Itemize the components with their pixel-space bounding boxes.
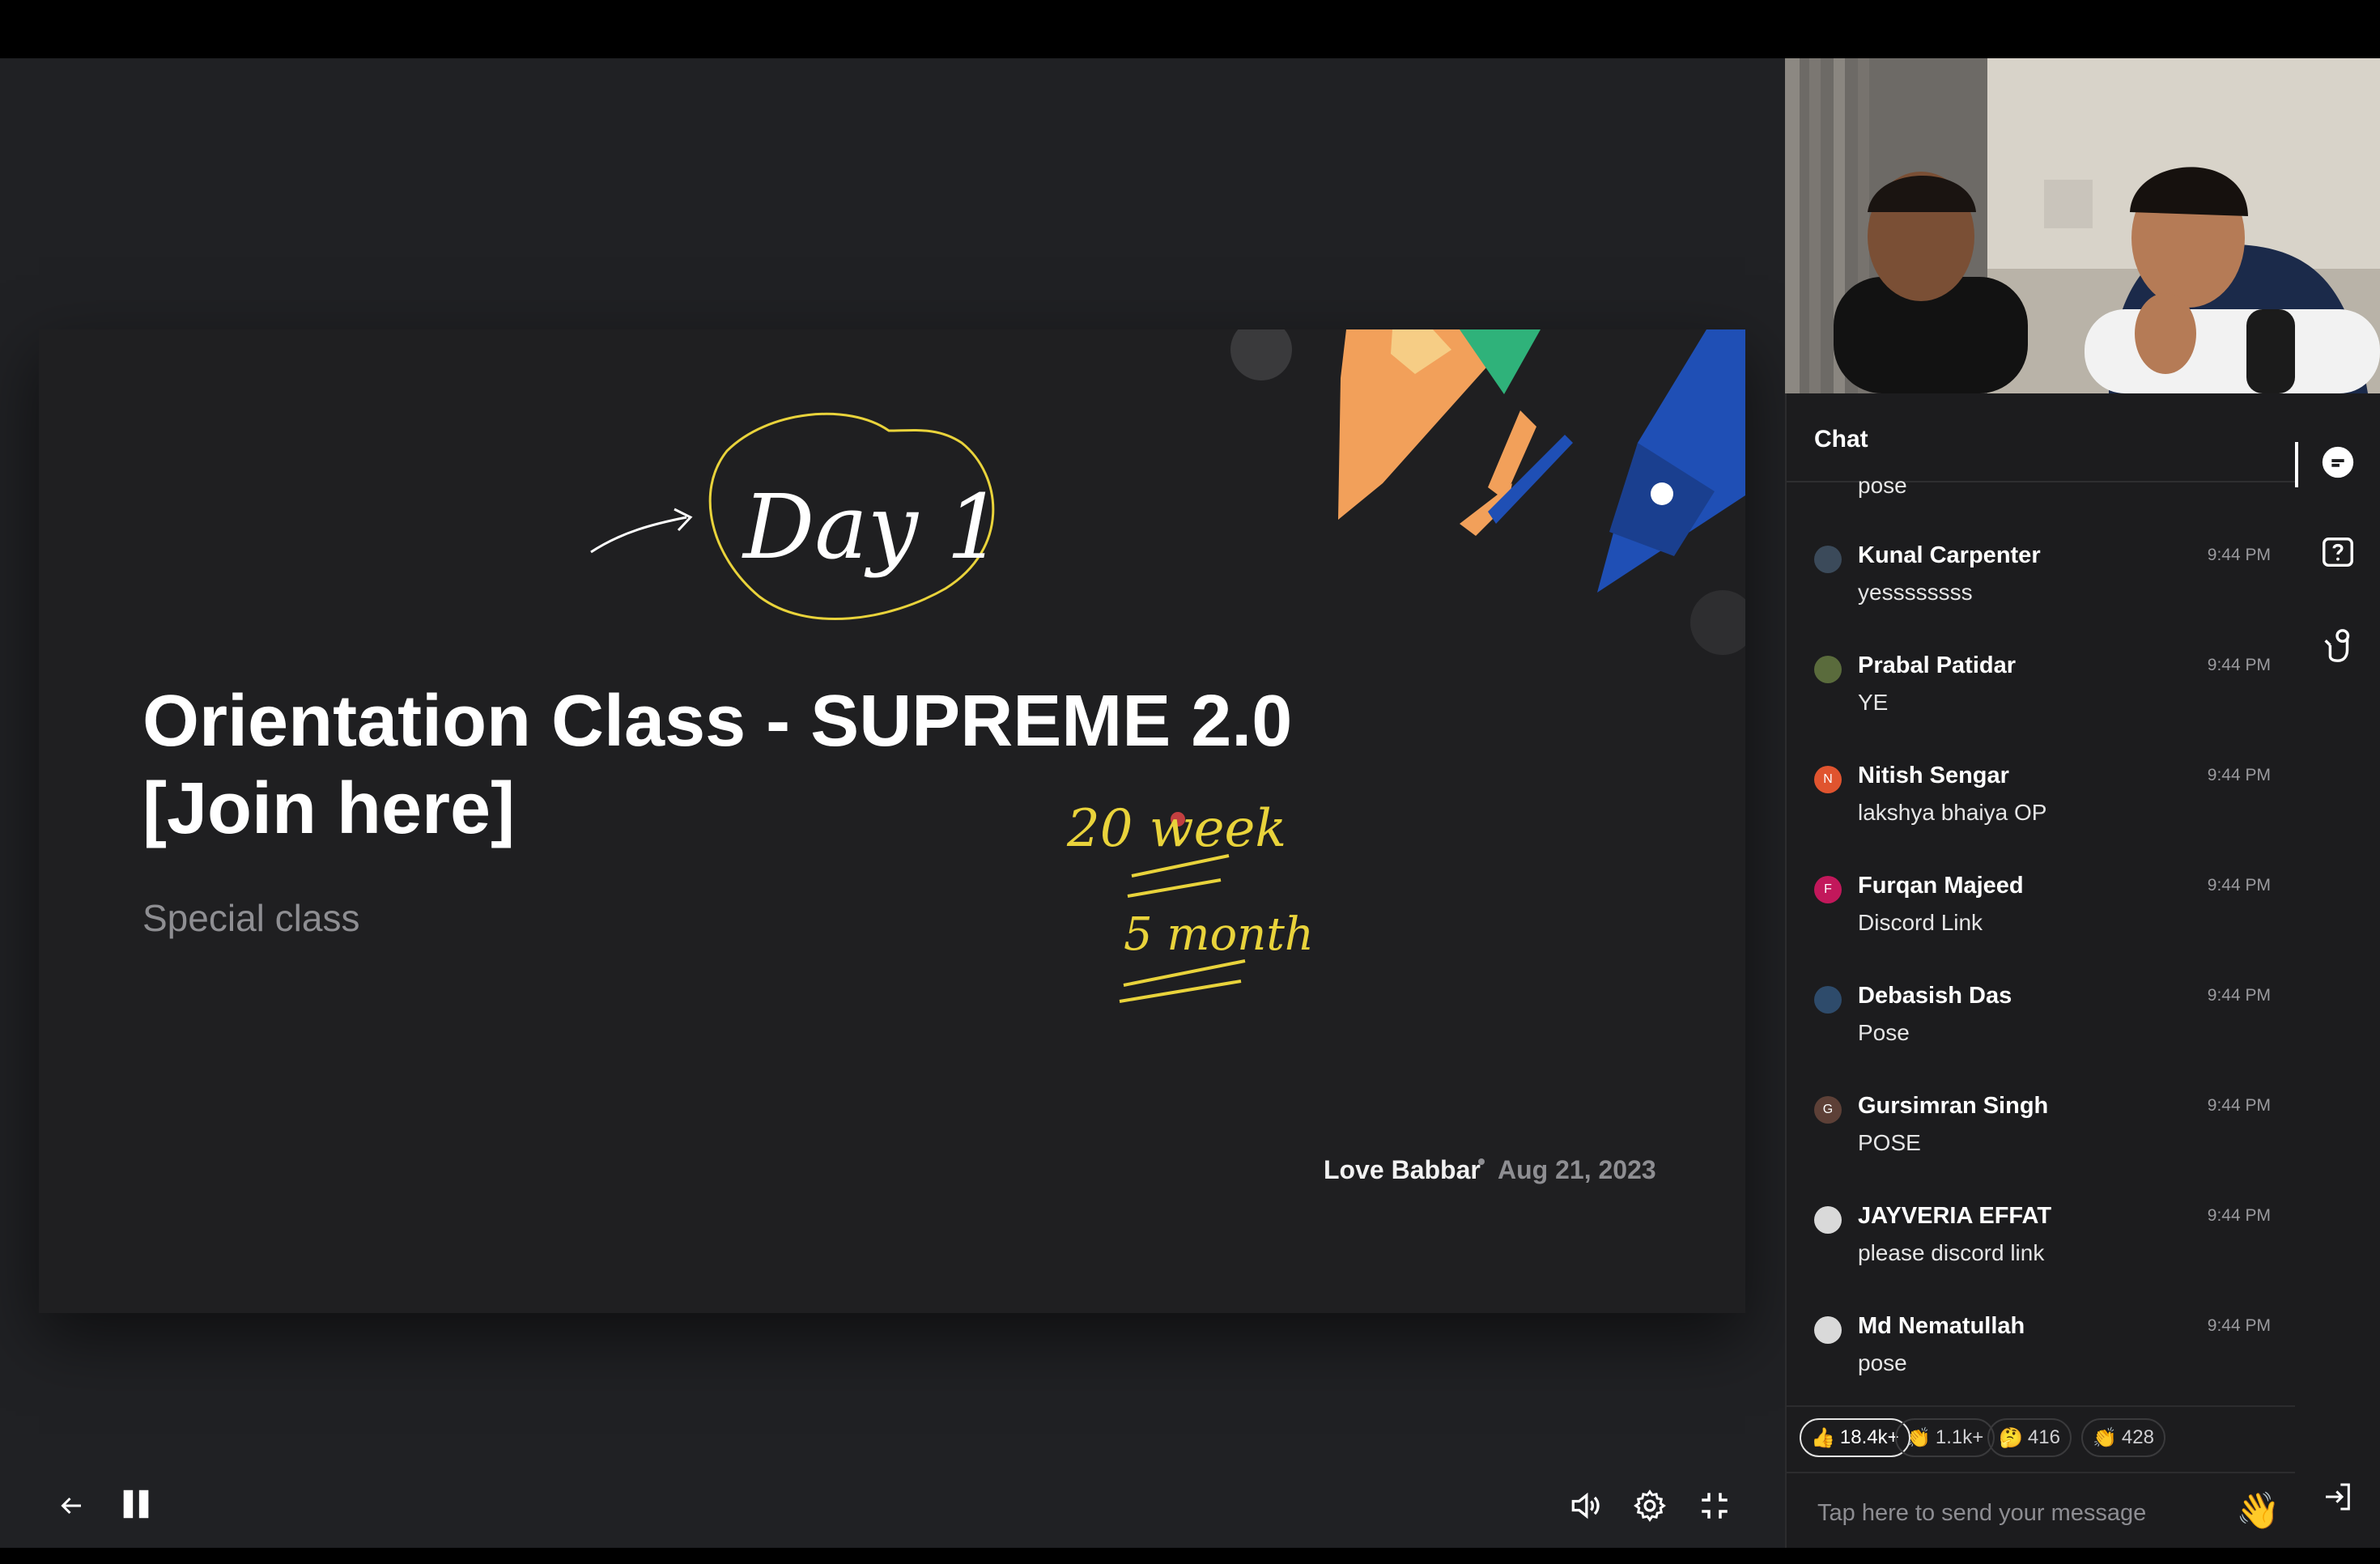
chat-message: G Gursimran Singh 9:44 PM POSE bbox=[1787, 1088, 2297, 1198]
clap-icon: 👏 bbox=[1906, 1426, 1931, 1449]
chat-message-text: Pose bbox=[1858, 1020, 1910, 1045]
chat-message: Prabal Patidar 9:44 PM YE bbox=[1787, 648, 2297, 758]
chat-panel: Chat pose Kunal Carpenter 9:44 PM yessssss… bbox=[1785, 393, 2297, 1548]
reaction-clapping[interactable]: 👏 428 bbox=[2081, 1418, 2165, 1457]
exit-fullscreen-button[interactable] bbox=[1689, 1480, 1740, 1532]
chat-tab[interactable] bbox=[2313, 437, 2363, 487]
avatar bbox=[1814, 546, 1842, 573]
chat-message: F Furqan Majeed 9:44 PM Discord Link bbox=[1787, 868, 2297, 978]
instructor-video[interactable] bbox=[1785, 58, 2380, 393]
chat-message-text: lakshya bhaiya OP bbox=[1858, 800, 2047, 825]
wave-button[interactable]: 👋 bbox=[2236, 1491, 2280, 1532]
slide-subtitle: Special class bbox=[142, 897, 360, 939]
clapping-icon: 👏 bbox=[2093, 1426, 2117, 1449]
chat-message: JAYVERIA EFFAT 9:44 PM please discord link bbox=[1787, 1198, 2297, 1308]
chat-message: N Nitish Sengar 9:44 PM lakshya bhaiya OP bbox=[1787, 758, 2297, 868]
reaction-thumbs-up[interactable]: 👍 18.4k+ bbox=[1800, 1418, 1910, 1457]
back-button[interactable] bbox=[49, 1483, 94, 1528]
avatar bbox=[1814, 1316, 1842, 1344]
chat-message-author: Gursimran Singh bbox=[1858, 1093, 2049, 1119]
chat-message-text: pose bbox=[1858, 1350, 1907, 1375]
right-sidebar bbox=[2295, 393, 2380, 1548]
chat-bubble-icon bbox=[2322, 446, 2354, 478]
chat-message-time: 9:44 PM bbox=[2207, 1316, 2271, 1335]
settings-button[interactable] bbox=[1624, 1480, 1676, 1532]
reaction-bar: 👍 18.4k+ 👏 1.1k+ 🤔 416 👏 428 bbox=[1787, 1405, 2297, 1457]
questions-tab[interactable] bbox=[2313, 528, 2363, 578]
chat-message-author: Prabal Patidar bbox=[1858, 652, 2017, 678]
slide: Day 1 20 week 5 month Orientation Class … bbox=[39, 329, 1745, 1313]
video-frame bbox=[1785, 58, 2380, 393]
avatar: F bbox=[1814, 876, 1842, 903]
chat-message-author: JAYVERIA EFFAT bbox=[1858, 1203, 2052, 1229]
chat-message-author: Nitish Sengar bbox=[1858, 763, 2009, 788]
leave-icon bbox=[2326, 1483, 2350, 1511]
question-icon bbox=[2323, 538, 2353, 567]
avatar: G bbox=[1814, 1096, 1842, 1124]
slide-author: Love Babbar bbox=[1324, 1155, 1481, 1184]
chat-message-text: YE bbox=[1858, 690, 1889, 715]
annotation-day: Day 1 bbox=[743, 475, 1003, 579]
presentation-stage: Day 1 20 week 5 month Orientation Class … bbox=[0, 58, 1785, 1548]
slide-title-line2: [Join here] bbox=[142, 768, 516, 849]
chat-message-time: 9:44 PM bbox=[2207, 546, 2271, 564]
chat-message-text: please discord link bbox=[1858, 1240, 2045, 1265]
reaction-count: 416 bbox=[2027, 1426, 2060, 1448]
chat-message-author: Md Nematullah bbox=[1858, 1313, 2025, 1339]
reaction-thinking[interactable]: 🤔 416 bbox=[1987, 1418, 2072, 1457]
reaction-clap[interactable]: 👏 1.1k+ bbox=[1895, 1418, 1995, 1457]
slide-date: Aug 21, 2023 bbox=[1498, 1155, 1656, 1184]
leave-button[interactable] bbox=[2313, 1472, 2363, 1522]
slide-title-line1: Orientation Class - SUPREME 2.0 bbox=[142, 681, 1293, 762]
chat-message-text: POSE bbox=[1858, 1130, 1921, 1155]
volume-button[interactable] bbox=[1559, 1480, 1611, 1532]
gear-icon bbox=[1634, 1490, 1666, 1522]
right-panel: Chat pose Kunal Carpenter 9:44 PM yessssss… bbox=[1785, 58, 2380, 1548]
chat-message-time: 9:44 PM bbox=[2207, 1096, 2271, 1115]
chat-message-author: Furqan Majeed bbox=[1858, 873, 2024, 899]
reaction-count: 1.1k+ bbox=[1935, 1426, 1984, 1448]
arrow-left-icon bbox=[61, 1497, 81, 1515]
player-controls bbox=[0, 1467, 1785, 1564]
chat-message-input[interactable] bbox=[1816, 1494, 2208, 1532]
speaker-icon bbox=[1571, 1492, 1600, 1519]
chat-message-time: 9:44 PM bbox=[2207, 986, 2271, 1005]
chat-partial-message: pose bbox=[1858, 473, 1907, 498]
wave-icon: 👋 bbox=[2236, 1491, 2280, 1531]
chat-message: Kunal Carpenter 9:44 PM yessssssss bbox=[1787, 538, 2297, 648]
chat-message-time: 9:44 PM bbox=[2207, 656, 2271, 674]
annotation-months: 5 month bbox=[1124, 908, 1314, 961]
avatar: N bbox=[1814, 766, 1842, 793]
avatar bbox=[1814, 656, 1842, 683]
raise-hand-icon bbox=[2324, 629, 2350, 662]
thinking-icon: 🤔 bbox=[1999, 1426, 2023, 1449]
thumbs-up-icon: 👍 bbox=[1811, 1426, 1835, 1449]
chat-input-row: 👋 bbox=[1787, 1472, 2297, 1549]
slide-title: Orientation Class - SUPREME 2.0 [Join he… bbox=[142, 678, 1357, 852]
chat-message: Md Nematullah 9:44 PM pose bbox=[1787, 1308, 2297, 1418]
avatar bbox=[1814, 1206, 1842, 1234]
chat-title: Chat bbox=[1814, 426, 1868, 453]
chat-message-time: 9:44 PM bbox=[2207, 766, 2271, 784]
chat-message-text: Discord Link bbox=[1858, 910, 1983, 935]
chat-message-author: Kunal Carpenter bbox=[1858, 542, 2041, 568]
chat-message-time: 9:44 PM bbox=[2207, 1206, 2271, 1225]
top-bar bbox=[0, 0, 2380, 58]
pause-icon bbox=[123, 1490, 149, 1519]
chat-message-time: 9:44 PM bbox=[2207, 876, 2271, 895]
pause-button[interactable] bbox=[110, 1478, 162, 1530]
active-tab-indicator bbox=[2295, 442, 2298, 487]
chat-message: Debasish Das 9:44 PM Pose bbox=[1787, 978, 2297, 1088]
slide-separator-dot bbox=[1478, 1158, 1485, 1165]
reaction-count: 428 bbox=[2121, 1426, 2154, 1448]
avatar bbox=[1814, 986, 1842, 1014]
exit-fullscreen-icon bbox=[1702, 1493, 1728, 1519]
reaction-count: 18.4k+ bbox=[1839, 1426, 1899, 1448]
chat-message-author: Debasish Das bbox=[1858, 983, 2012, 1009]
raise-hand-tab[interactable] bbox=[2313, 620, 2363, 670]
chat-message-text: yessssssss bbox=[1858, 580, 1973, 605]
